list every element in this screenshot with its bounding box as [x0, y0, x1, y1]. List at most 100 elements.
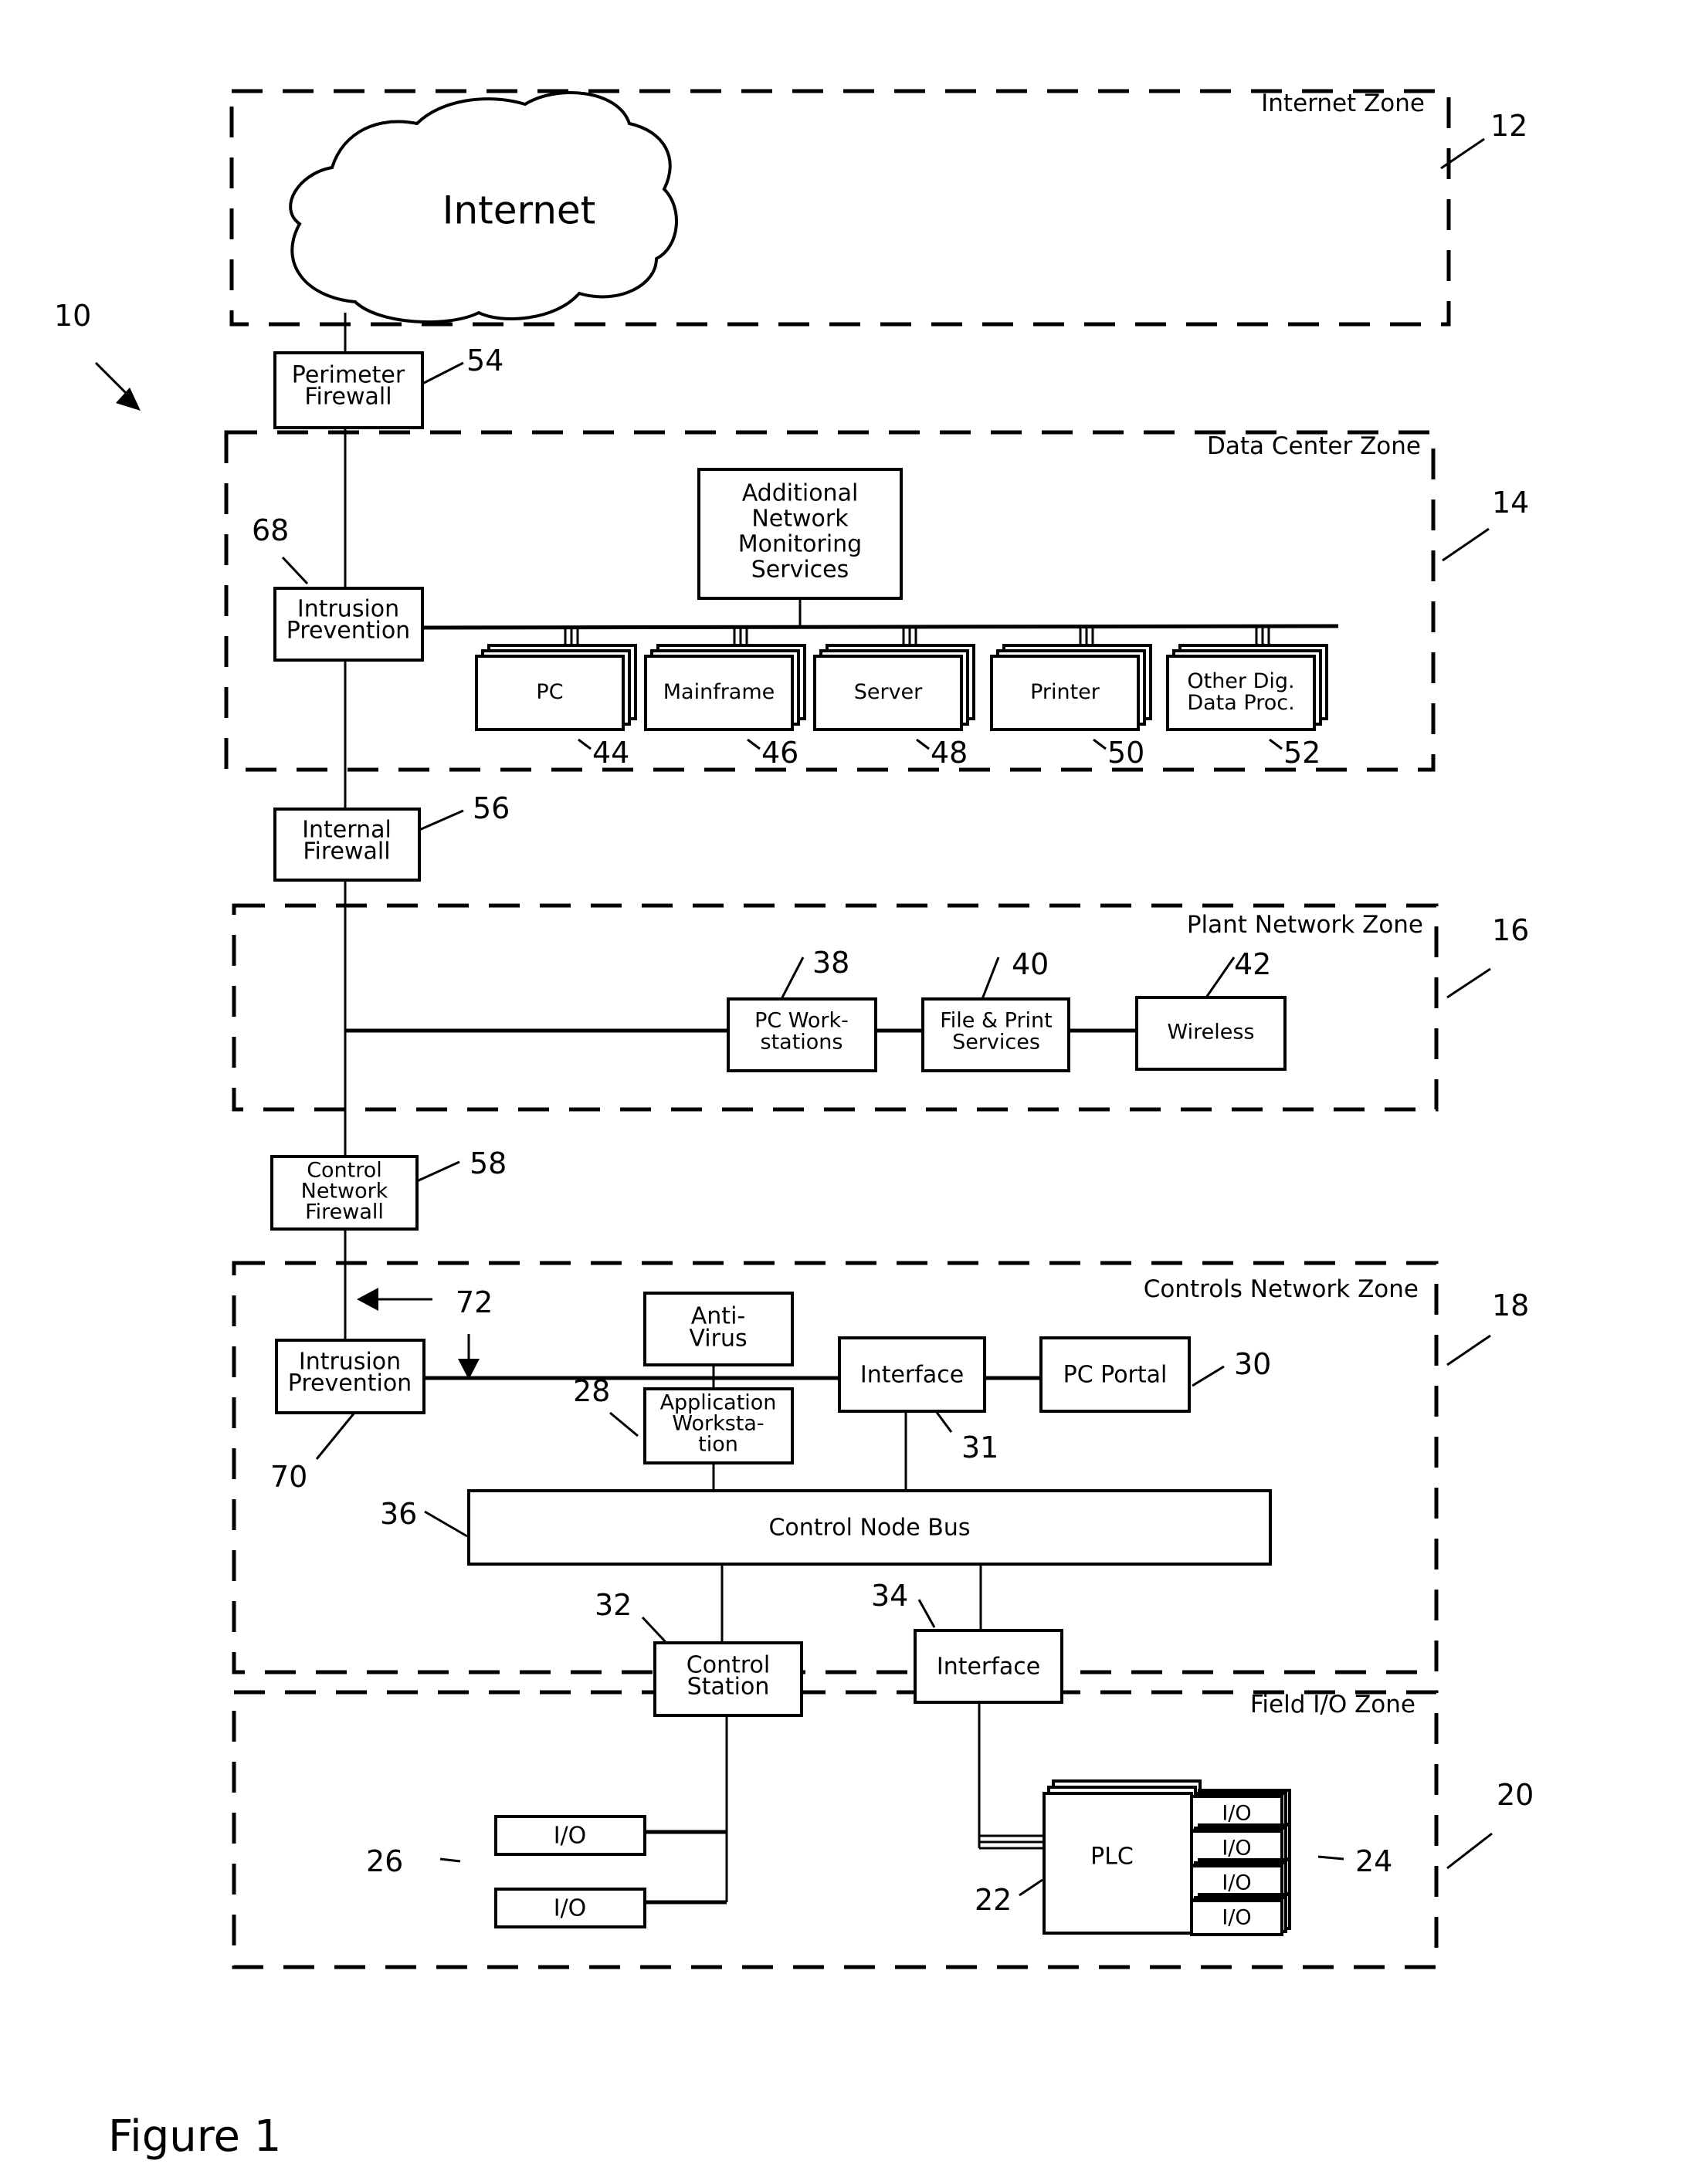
- intrusion-prevention-cn-line2: Prevention: [288, 1370, 412, 1397]
- anti-virus[interactable]: Anti- Virus: [643, 1292, 794, 1366]
- anms-line3: Monitoring: [738, 531, 862, 558]
- zone-label-data-center: Data Center Zone: [1207, 432, 1421, 460]
- control-node-bus[interactable]: Control Node Bus: [467, 1489, 1272, 1566]
- ref-38: 38: [812, 946, 849, 980]
- leader-68: [281, 556, 309, 585]
- plc-io-label: I/O: [1222, 1802, 1251, 1826]
- ref-12: 12: [1490, 109, 1527, 143]
- leader-36: [424, 1510, 468, 1538]
- leader-58: [416, 1160, 460, 1183]
- device-label: Server: [854, 680, 923, 704]
- device-ref: 46: [761, 736, 798, 770]
- leader-70: [315, 1412, 356, 1460]
- interface-bottom[interactable]: Interface: [914, 1629, 1063, 1704]
- app-ws-line3: tion: [698, 1433, 738, 1457]
- zone-label-plant-network: Plant Network Zone: [1187, 911, 1423, 939]
- ref-56: 56: [473, 791, 510, 825]
- ref-70: 70: [270, 1460, 307, 1494]
- pc-portal[interactable]: PC Portal: [1039, 1336, 1191, 1413]
- ref-58: 58: [470, 1146, 507, 1180]
- internal-firewall-line2: Firewall: [303, 838, 390, 865]
- device-label: Mainframe: [663, 680, 775, 704]
- device-leader: [1093, 738, 1107, 750]
- control-network-firewall[interactable]: Control Network Firewall: [270, 1155, 419, 1231]
- intrusion-prevention-cn[interactable]: Intrusion Prevention: [275, 1339, 425, 1414]
- field-io-2-label: I/O: [554, 1895, 587, 1922]
- device-ref: 50: [1107, 736, 1144, 770]
- ref-30: 30: [1234, 1347, 1271, 1381]
- device-printer[interactable]: Printer 50: [990, 628, 1152, 770]
- interface-bottom-label: Interface: [937, 1654, 1040, 1681]
- ref-14: 14: [1492, 486, 1529, 520]
- control-station[interactable]: Control Station: [653, 1641, 803, 1717]
- anms-line4: Services: [751, 557, 849, 584]
- leader-24: [1317, 1855, 1344, 1861]
- internet-label: Internet: [442, 188, 596, 233]
- field-io-module-1[interactable]: I/O: [494, 1815, 646, 1856]
- device-label: Printer: [1030, 680, 1100, 704]
- leader-18: [1446, 1334, 1491, 1366]
- leader-20: [1446, 1832, 1493, 1870]
- plc-io-modules: I/O I/O I/O I/O: [1190, 1789, 1291, 1936]
- leader-38: [780, 957, 805, 1000]
- zone-label-field-io: Field I/O Zone: [1250, 1691, 1415, 1718]
- zone-controls-network: [232, 1261, 1439, 1674]
- device-label: Other Dig.: [1187, 669, 1294, 693]
- ref-54: 54: [466, 344, 503, 378]
- perimeter-firewall-line2: Firewall: [304, 384, 392, 411]
- field-io-1-label: I/O: [554, 1823, 587, 1850]
- file-print-line1: File & Print: [940, 1009, 1053, 1033]
- device-leader: [1269, 738, 1283, 750]
- device-ref: 48: [931, 736, 968, 770]
- anti-virus-line2: Virus: [689, 1326, 747, 1353]
- ref-20: 20: [1497, 1778, 1534, 1812]
- plc-io-label: I/O: [1222, 1871, 1251, 1895]
- leader-28: [609, 1411, 639, 1437]
- zone-label-controls-network: Controls Network Zone: [1144, 1275, 1419, 1303]
- leader-40: [981, 957, 1000, 1000]
- device-leader: [747, 738, 761, 750]
- device-server[interactable]: Server 48: [813, 628, 975, 770]
- cnf-line3: Firewall: [305, 1200, 384, 1224]
- plc-label: PLC: [1090, 1844, 1134, 1871]
- device-pc[interactable]: PC 44: [475, 628, 637, 770]
- intrusion-prevention-dc-line2: Prevention: [286, 618, 410, 645]
- ref-10: 10: [54, 299, 91, 333]
- arrow-left-icon: [357, 1288, 378, 1311]
- intrusion-prevention-dc[interactable]: Intrusion Prevention: [273, 587, 424, 662]
- device-mainframe[interactable]: Mainframe 46: [644, 628, 806, 770]
- device-label: PC: [536, 680, 563, 704]
- figure-caption: Figure 1: [108, 2111, 281, 2162]
- network-monitoring-services[interactable]: Additional Network Monitoring Services: [697, 468, 903, 600]
- interface-top[interactable]: Interface: [838, 1336, 986, 1413]
- anms-line2: Network: [751, 506, 849, 533]
- system-arrow-head-icon: [116, 388, 141, 411]
- control-node-bus-label: Control Node Bus: [768, 1515, 970, 1542]
- file-print-line2: Services: [952, 1031, 1040, 1055]
- ref-36: 36: [380, 1497, 417, 1531]
- plc-io-module[interactable]: I/O: [1190, 1893, 1291, 1936]
- ref-16: 16: [1492, 913, 1529, 947]
- wireless[interactable]: Wireless: [1135, 996, 1287, 1071]
- ref-68: 68: [252, 513, 289, 547]
- leader-14: [1442, 527, 1490, 562]
- file-print-services[interactable]: File & Print Services: [921, 997, 1070, 1072]
- leader-54: [422, 361, 464, 385]
- pc-workstations[interactable]: PC Work- stations: [727, 997, 877, 1072]
- plc-stack[interactable]: PLC: [1043, 1779, 1202, 1935]
- plc-io-label: I/O: [1222, 1837, 1251, 1861]
- device-leader: [916, 738, 930, 750]
- ref-22: 22: [975, 1883, 1012, 1917]
- perimeter-firewall[interactable]: Perimeter Firewall: [273, 351, 424, 429]
- control-station-line2: Station: [687, 1674, 770, 1701]
- leader-34: [917, 1599, 936, 1628]
- wireless-label: Wireless: [1168, 1021, 1255, 1045]
- anms-line1: Additional: [742, 480, 859, 507]
- field-io-module-2[interactable]: I/O: [494, 1888, 646, 1928]
- device-label: Data Proc.: [1187, 691, 1294, 715]
- plc-io-label: I/O: [1222, 1906, 1251, 1930]
- internal-firewall[interactable]: Internal Firewall: [273, 808, 421, 882]
- leader-32: [641, 1616, 667, 1644]
- device-other-dig-data-proc[interactable]: Other Dig.Data Proc. 52: [1166, 628, 1328, 770]
- application-workstation[interactable]: Application Worksta- tion: [643, 1387, 794, 1464]
